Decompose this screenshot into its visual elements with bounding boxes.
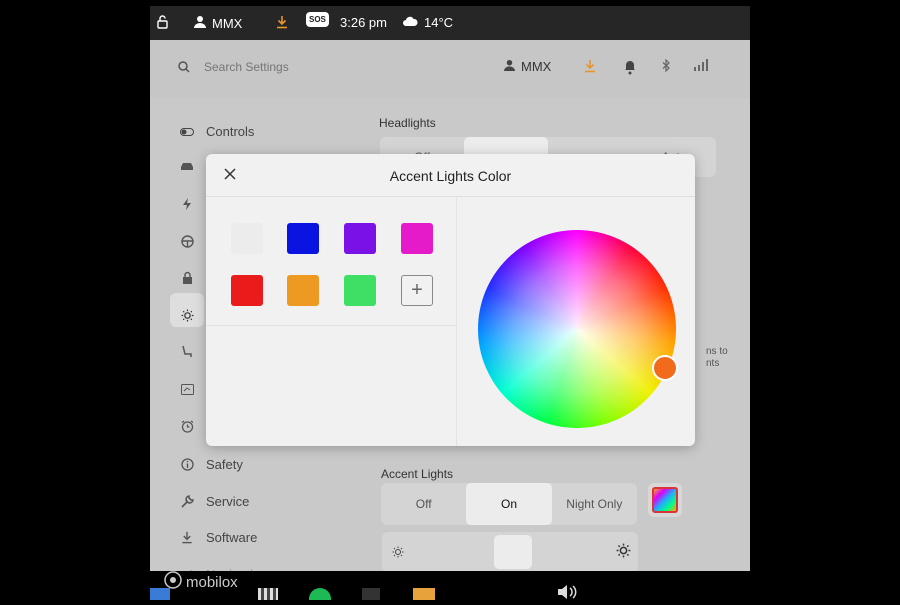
search-input[interactable]: [202, 56, 386, 78]
car-display: MMX SOS 3:26 pm 14°C MMX: [150, 6, 750, 571]
status-bar: MMX SOS 3:26 pm 14°C: [150, 6, 750, 40]
accent-option-on[interactable]: On: [466, 483, 552, 525]
bluetooth-icon[interactable]: [662, 59, 671, 72]
toybox-icon[interactable]: [413, 588, 435, 600]
sun-icon: [180, 308, 194, 322]
car-icon: [180, 160, 194, 174]
weather: 14°C: [402, 15, 453, 30]
color-swatch[interactable]: [287, 275, 319, 306]
accent-color-preview: [652, 487, 678, 513]
wrench-icon: [180, 495, 194, 509]
sidebar-item[interactable]: Service: [180, 494, 249, 509]
person-icon: [504, 59, 515, 74]
info-icon: [180, 458, 194, 472]
sidebar-item[interactable]: Safety: [180, 457, 243, 472]
alarm-clock-icon: [180, 419, 194, 433]
bell-icon[interactable]: [624, 59, 636, 75]
sun-low-icon: [392, 545, 404, 563]
profile-name: MMX: [521, 59, 552, 74]
volume-icon[interactable]: [556, 584, 578, 605]
accent-option-night-only[interactable]: Night Only: [552, 483, 637, 525]
swatch-divider: [206, 325, 456, 326]
sidebar-item[interactable]: [180, 382, 206, 396]
lightning-icon: [180, 197, 194, 211]
spotify-icon[interactable]: [309, 588, 331, 600]
accent-option-off[interactable]: Off: [381, 483, 466, 525]
search-icon: [178, 60, 190, 78]
taskbar-app-icon[interactable]: [150, 588, 170, 600]
accent-color-button[interactable]: [648, 483, 682, 517]
sidebar-item[interactable]: [180, 419, 206, 433]
sos-button[interactable]: SOS: [306, 12, 329, 27]
sidebar-item[interactable]: Software: [180, 530, 257, 545]
display-icon: [180, 382, 194, 396]
status-user[interactable]: MMX: [194, 15, 242, 31]
unlock-icon[interactable]: [156, 15, 170, 29]
add-color-button[interactable]: +: [401, 275, 433, 306]
color-swatch[interactable]: [344, 223, 376, 254]
sun-high-icon: [616, 543, 631, 563]
clock-time: 3:26 pm: [340, 15, 387, 30]
color-swatch[interactable]: [401, 223, 433, 254]
sidebar-item[interactable]: [180, 345, 206, 359]
brightness-slider[interactable]: [382, 532, 638, 571]
sidebar-item[interactable]: [180, 270, 206, 284]
headlights-label: Headlights: [379, 116, 436, 130]
color-swatch[interactable]: [344, 275, 376, 306]
cloud-icon: [402, 15, 418, 30]
person-icon: [194, 15, 206, 31]
profile-button[interactable]: MMX: [504, 59, 551, 74]
accent-lights-color-dialog: Accent Lights Color +: [206, 154, 695, 446]
seat-icon: [180, 345, 194, 359]
sidebar-item[interactable]: [180, 234, 206, 248]
sidebar-item-label: Safety: [206, 457, 243, 472]
steering-wheel-icon: [180, 234, 194, 248]
sos-badge: SOS: [306, 12, 329, 27]
signal-icon: [692, 59, 708, 71]
sidebar-item-label: Controls: [206, 124, 255, 139]
sidebar-item-label: Software: [206, 530, 258, 545]
color-swatch[interactable]: [231, 223, 263, 254]
toggle-icon: [180, 125, 194, 139]
sidebar-item[interactable]: [180, 197, 206, 211]
taskbar-app2-icon[interactable]: [362, 588, 380, 600]
lock-icon: [180, 270, 194, 284]
download-status-icon[interactable]: [276, 15, 288, 29]
accent-lights-selector[interactable]: Off On Night Only: [381, 483, 637, 525]
color-wheel-handle[interactable]: [652, 355, 678, 381]
color-wheel-center: [478, 230, 676, 428]
settings-top-bar: MMX: [150, 40, 750, 98]
clock: 3:26 pm: [340, 15, 387, 30]
dialog-title: Accent Lights Color: [389, 168, 512, 184]
accent-lights-label: Accent Lights: [381, 467, 454, 481]
status-user-name: MMX: [212, 15, 243, 31]
taskbar-media-icon[interactable]: [258, 588, 278, 600]
slider-thumb[interactable]: [494, 535, 532, 569]
sidebar-item[interactable]: [180, 160, 206, 174]
color-swatch[interactable]: [287, 223, 319, 254]
dialog-header: Accent Lights Color: [206, 154, 695, 197]
sidebar-item-label: Service: [206, 494, 250, 509]
hint-text: ns to nts: [706, 346, 728, 369]
watermark-text: mobilox: [186, 573, 238, 591]
sidebar-item[interactable]: [180, 308, 206, 322]
download-icon: [180, 531, 194, 545]
download-icon[interactable]: [584, 59, 596, 73]
watermark: mobilox: [164, 571, 238, 593]
sidebar-item[interactable]: Controls: [180, 124, 254, 139]
plus-icon: +: [411, 279, 423, 301]
color-swatch[interactable]: [231, 275, 263, 306]
color-wheel[interactable]: [478, 230, 676, 428]
temperature: 14°C: [424, 15, 454, 30]
